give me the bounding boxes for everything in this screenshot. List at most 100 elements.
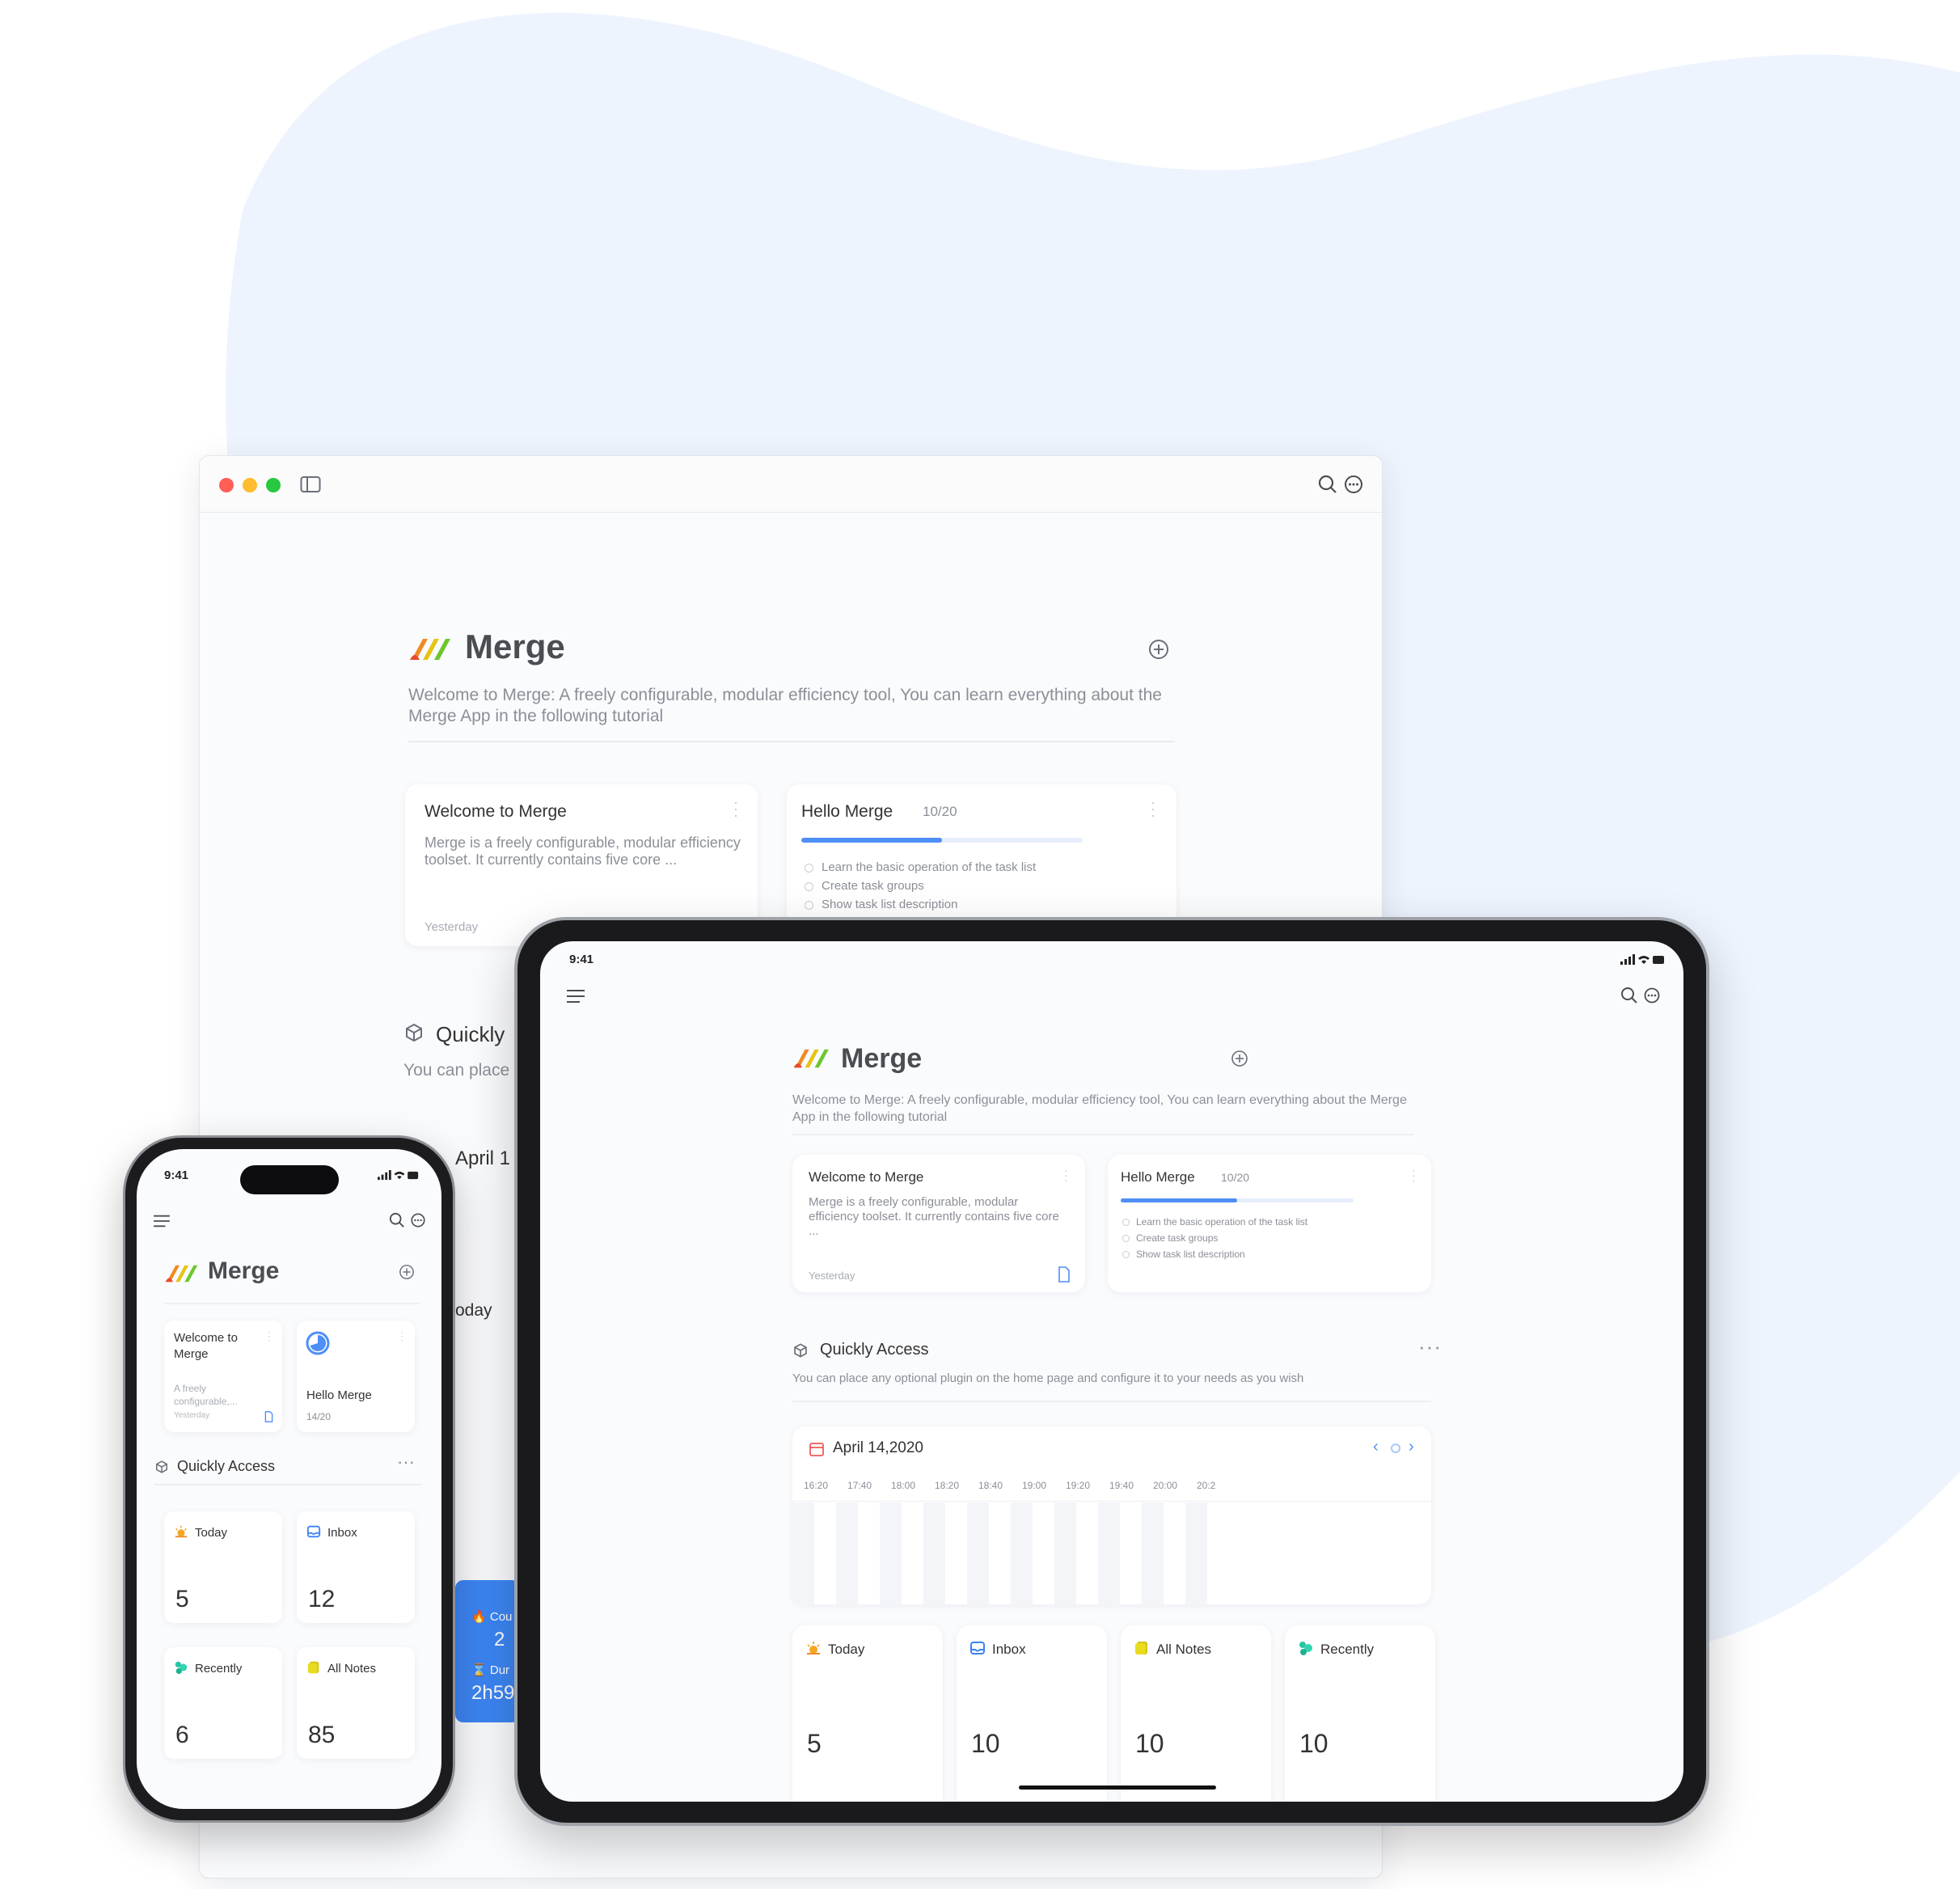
tile-value: 5 xyxy=(807,1729,822,1758)
card-title: Hello Merge xyxy=(1121,1169,1195,1185)
task-item[interactable]: Create task groups xyxy=(1122,1232,1218,1244)
add-icon[interactable] xyxy=(1147,638,1170,661)
next-day-button[interactable]: › xyxy=(1409,1438,1414,1456)
task-item[interactable]: Show task list description xyxy=(805,898,957,911)
sun-icon xyxy=(174,1524,188,1543)
cube-icon xyxy=(406,1023,422,1042)
tile-all-notes[interactable]: All Notes 85 xyxy=(297,1647,415,1759)
time-label: 18:00 xyxy=(891,1480,916,1491)
status-time: 9:41 xyxy=(569,953,594,966)
more-options-icon[interactable] xyxy=(1643,987,1661,1004)
tablet-device: 9:41 Merge Welcome to Merge: A freely co… xyxy=(514,917,1709,1826)
previous-day-button[interactable]: ‹ xyxy=(1373,1438,1379,1456)
tile-label: All Notes xyxy=(327,1662,377,1676)
tile-value: 5 xyxy=(175,1586,189,1612)
sidebar-toggle-icon[interactable] xyxy=(300,475,321,493)
time-label: 20:00 xyxy=(1153,1480,1178,1491)
tile-recently[interactable]: Recently 6 xyxy=(164,1647,282,1759)
section-more-icon[interactable]: ··· xyxy=(1418,1334,1442,1359)
divider xyxy=(154,1484,421,1485)
focus-widget[interactable]: 🔥 Cou 2 ⌛ Dur 2h59 xyxy=(455,1580,520,1722)
task-item[interactable]: Learn the basic operation of the task li… xyxy=(1122,1216,1307,1228)
time-label: 19:00 xyxy=(1022,1480,1047,1491)
task-item[interactable]: Show task list description xyxy=(1122,1249,1245,1260)
card-menu-icon[interactable]: · · · xyxy=(733,795,738,822)
card-menu-icon[interactable]: · · · xyxy=(1151,795,1155,822)
add-icon[interactable] xyxy=(399,1264,415,1280)
task-card[interactable]: Hello Merge 10/20 · · · Learn the basic op… xyxy=(1108,1155,1431,1292)
time-column[interactable] xyxy=(836,1502,858,1604)
add-icon[interactable] xyxy=(1231,1050,1248,1067)
tile-today[interactable]: Today 5 xyxy=(164,1511,282,1623)
card-body: A freely configurable,... xyxy=(174,1383,238,1407)
menu-icon[interactable] xyxy=(566,988,585,1004)
tile-all-notes[interactable]: All Notes 10 xyxy=(1121,1625,1271,1802)
menu-icon[interactable] xyxy=(153,1214,171,1228)
mac-titlebar xyxy=(200,456,1382,513)
time-column[interactable] xyxy=(1142,1502,1164,1604)
time-column[interactable] xyxy=(1098,1502,1120,1604)
time-column[interactable] xyxy=(1011,1502,1033,1604)
time-column[interactable] xyxy=(1054,1502,1076,1604)
time-column[interactable] xyxy=(967,1502,989,1604)
search-icon[interactable] xyxy=(1317,474,1338,495)
tile-recently[interactable]: Recently 10 xyxy=(1285,1625,1435,1802)
tile-inbox[interactable]: Inbox 12 xyxy=(297,1511,415,1623)
calendar-date: April 14,2020 xyxy=(833,1439,923,1456)
focus-count-value: 2 xyxy=(494,1629,505,1650)
time-label: 17:40 xyxy=(847,1480,872,1491)
tile-inbox[interactable]: Inbox 10 xyxy=(957,1625,1107,1802)
stage: Merge Welcome to Merge: A freely configu… xyxy=(0,0,1960,1889)
focus-duration-label: ⌛ Dur xyxy=(471,1663,510,1677)
welcome-card[interactable]: Welcome to Merge · · · Merge is a freely c… xyxy=(792,1155,1085,1292)
merge-logo-icon xyxy=(165,1265,198,1283)
search-icon[interactable] xyxy=(1620,987,1638,1004)
task-count: 14/20 xyxy=(306,1411,332,1422)
time-column[interactable] xyxy=(792,1502,814,1604)
task-item[interactable]: Learn the basic operation of the task li… xyxy=(805,860,1036,874)
tile-label: All Notes xyxy=(1156,1642,1212,1657)
document-icon xyxy=(264,1411,273,1422)
tile-label: Recently xyxy=(195,1662,243,1676)
card-menu-icon[interactable]: · · · xyxy=(1412,1164,1416,1185)
card-date: Yesterday xyxy=(174,1411,210,1420)
home-indicator xyxy=(1019,1785,1216,1790)
card-menu-icon[interactable]: · · · xyxy=(1064,1164,1068,1185)
task-item[interactable]: Create task groups xyxy=(805,879,924,893)
today-title: oday xyxy=(455,1301,492,1320)
calendar-title: April 1 xyxy=(455,1147,511,1169)
time-column[interactable] xyxy=(1185,1502,1207,1604)
recent-icon xyxy=(1298,1640,1314,1660)
tile-value: 85 xyxy=(308,1722,336,1748)
time-column[interactable] xyxy=(923,1502,945,1604)
close-window-button[interactable] xyxy=(219,478,234,492)
page-title: Merge xyxy=(208,1257,280,1284)
tablet-screen: 9:41 Merge Welcome to Merge: A freely co… xyxy=(540,941,1683,1802)
section-more-icon[interactable]: ··· xyxy=(397,1452,415,1473)
card-menu-icon[interactable]: · · · xyxy=(268,1327,271,1345)
today-button[interactable] xyxy=(1391,1443,1400,1453)
tile-value: 6 xyxy=(175,1722,189,1748)
task-progress-fill xyxy=(1121,1198,1237,1202)
card-menu-icon[interactable]: · · · xyxy=(400,1327,403,1345)
status-icons xyxy=(1620,954,1664,965)
page-title: Merge xyxy=(841,1043,923,1074)
page-title: Merge xyxy=(465,628,565,666)
inbox-icon xyxy=(306,1524,321,1543)
time-label: 18:40 xyxy=(978,1480,1003,1491)
tile-label: Today xyxy=(828,1642,865,1657)
tile-today[interactable]: Today 5 xyxy=(792,1625,943,1802)
minimize-window-button[interactable] xyxy=(243,478,257,492)
time-column[interactable] xyxy=(880,1502,902,1604)
task-progress xyxy=(801,838,1083,843)
section-title: Quickly Access xyxy=(177,1458,276,1474)
zoom-window-button[interactable] xyxy=(266,478,281,492)
time-label: 19:40 xyxy=(1109,1480,1134,1491)
welcome-card[interactable]: Welcome to Merge · · · A freely configurab… xyxy=(164,1321,282,1432)
calendar-widget[interactable]: April 14,2020 ‹ › 16:20 17:40 18:00 18:20 18… xyxy=(792,1426,1431,1604)
task-card[interactable]: · · · Hello Merge 14/20 xyxy=(297,1321,415,1432)
more-options-icon[interactable] xyxy=(410,1212,426,1228)
more-options-icon[interactable] xyxy=(1343,474,1364,495)
search-icon[interactable] xyxy=(389,1212,405,1228)
section-description: You can place any optional plugin on the… xyxy=(792,1371,1304,1385)
